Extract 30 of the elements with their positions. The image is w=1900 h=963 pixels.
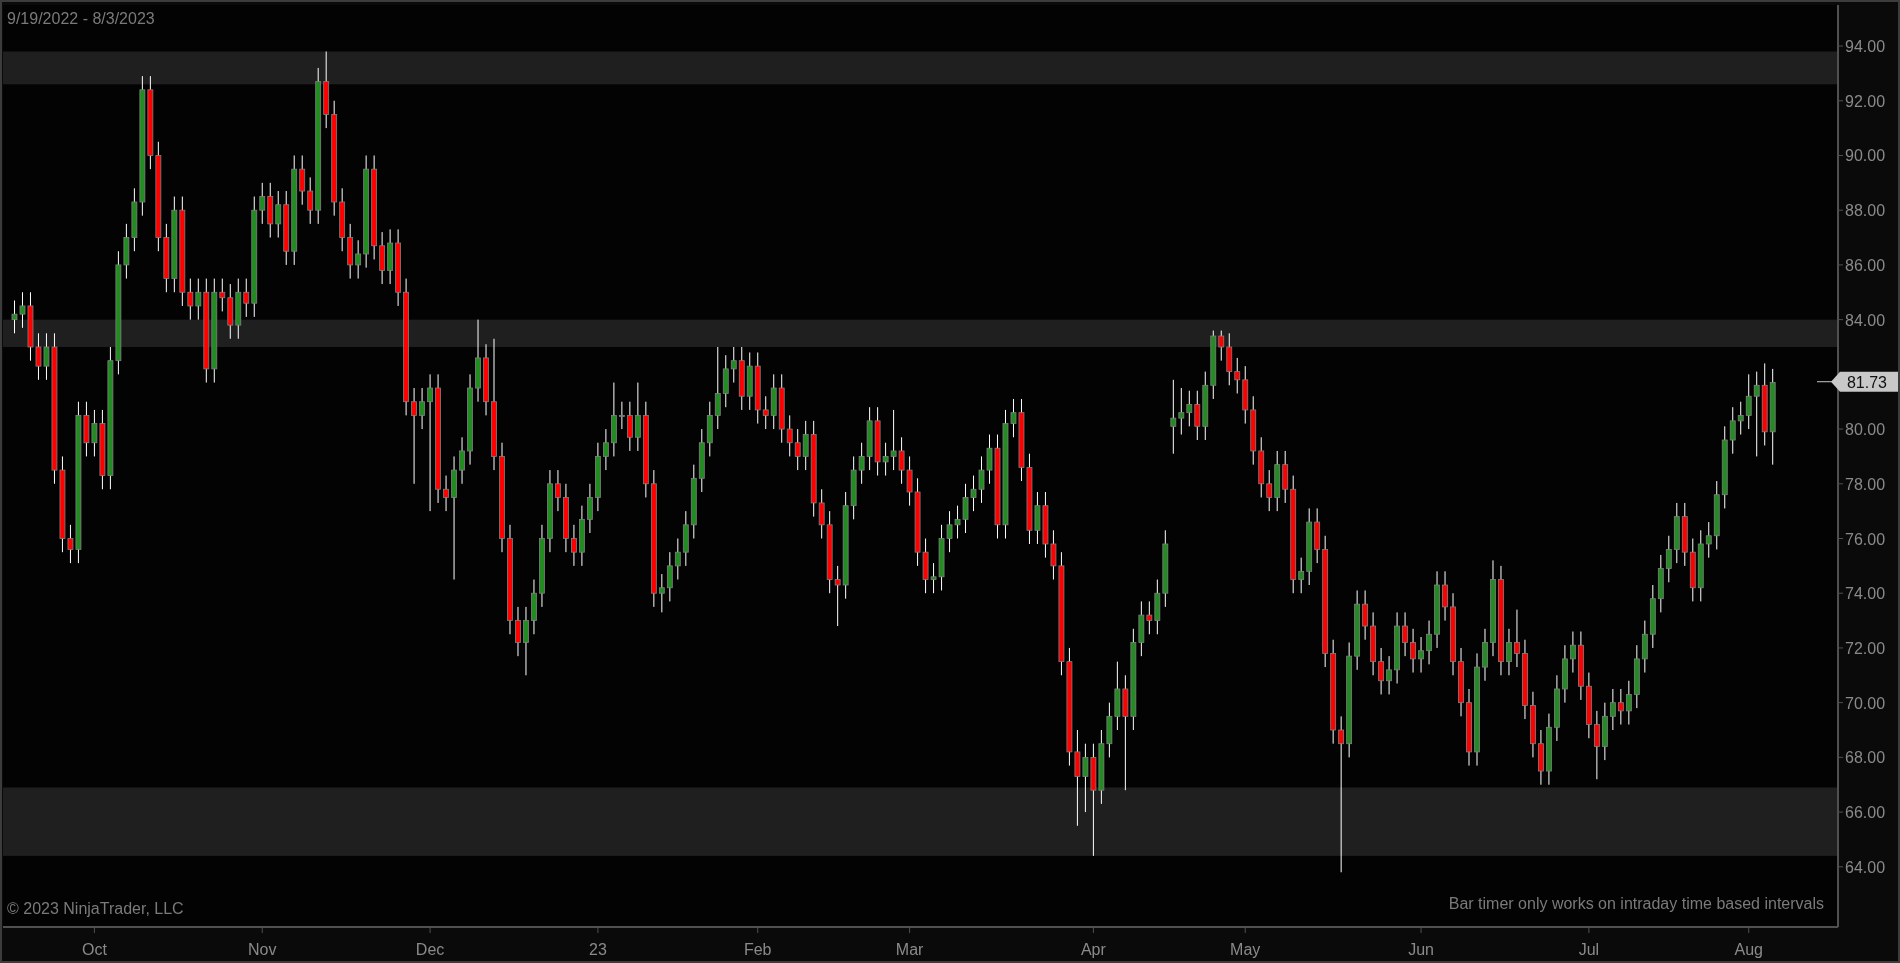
price-label: 80.00 — [1845, 421, 1886, 439]
price-label: 70.00 — [1845, 694, 1886, 712]
price-label: 94.00 — [1845, 38, 1886, 56]
month-label: Mar — [895, 941, 924, 958]
price-label: 76.00 — [1845, 530, 1886, 548]
month-label: Nov — [248, 941, 277, 958]
price-label: 72.00 — [1845, 639, 1886, 657]
price-label: 64.00 — [1845, 858, 1886, 876]
month-label: Jun — [1408, 941, 1434, 958]
price-label: 86.00 — [1845, 256, 1886, 274]
date-range: 9/19/2022 - 8/3/2023 — [7, 10, 155, 27]
ref-line-label: 81.73 — [1846, 373, 1888, 391]
price-label: 90.00 — [1845, 147, 1886, 165]
price-label: 88.00 — [1845, 202, 1886, 220]
month-label: Aug — [1734, 941, 1763, 958]
price-label: 78.00 — [1845, 475, 1886, 493]
month-label: 23 — [589, 941, 607, 958]
month-label: May — [1230, 941, 1261, 958]
price-label: 92.00 — [1845, 92, 1886, 110]
month-label: Dec — [415, 941, 445, 958]
month-label: Oct — [81, 941, 107, 958]
month-label: Jul — [1578, 941, 1600, 958]
price-label: 68.00 — [1845, 749, 1886, 767]
month-label: Feb — [743, 941, 772, 958]
price-label: 74.00 — [1845, 585, 1886, 603]
copyright-text: © 2023 NinjaTrader, LLC — [7, 900, 184, 917]
price-label: 84.00 — [1845, 311, 1886, 329]
price-label: 66.00 — [1845, 804, 1886, 822]
bar-timer-notice: Bar timer only works on intraday time based intervals — [1448, 895, 1824, 912]
month-label: Apr — [1080, 941, 1106, 958]
